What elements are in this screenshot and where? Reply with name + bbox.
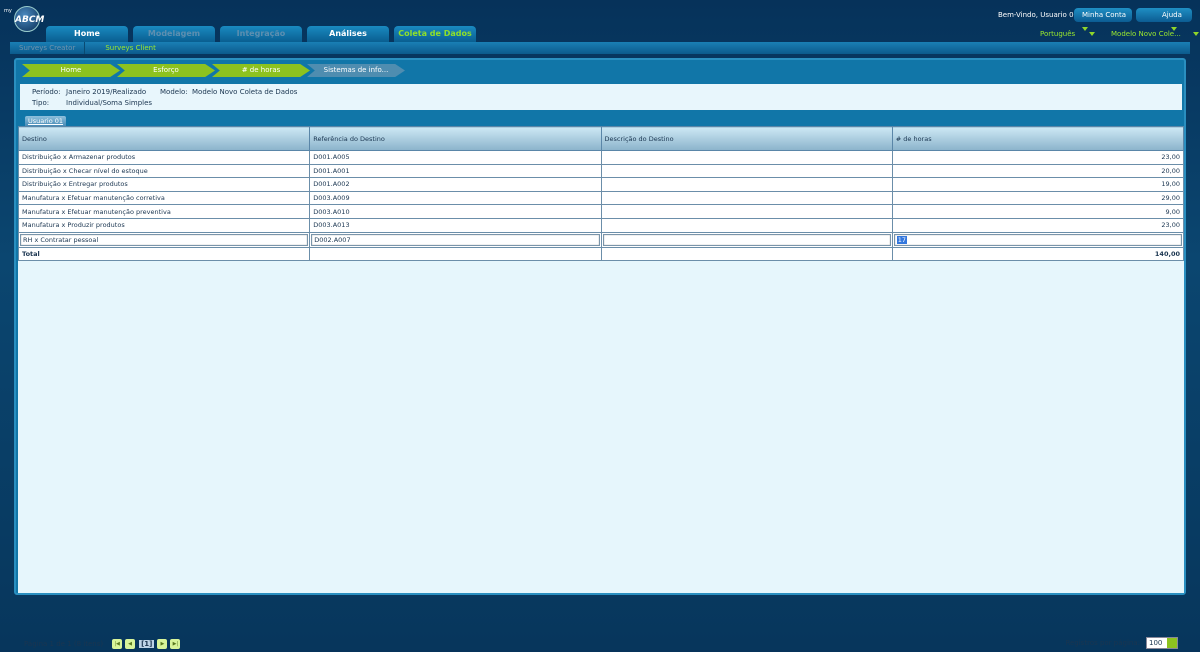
language-select[interactable]: Português [1040,30,1096,38]
table-cell [600,231,893,248]
total-row: Total 140,00 [17,246,1185,262]
type-value: Individual/Soma Simples [66,99,153,107]
table-row-editing[interactable]: RH x Contratar pessoal D002.A007 17 [17,231,1185,248]
model-select[interactable]: Modelo Novo Cole... [1111,30,1199,38]
table-cell: Distribuição x Armazenar produtos [17,150,311,165]
breadcrumb-home[interactable]: Home [22,64,120,77]
period-value: Janeiro 2019/Realizado [66,88,147,96]
main-nav: Home Modelagem Integração Análises Colet… [46,26,476,42]
tab-modelagem[interactable]: Modelagem [133,26,215,42]
table-cell: Manufatura x Efetuar manutenção corretiv… [17,190,311,206]
breadcrumb-sistemas[interactable]: Sistemas de info... [307,64,405,77]
per-page-select[interactable]: 100 [1146,637,1178,649]
table-row[interactable]: Manufatura x Produzir produtos D003.A013 2… [17,217,1185,233]
cell-input[interactable]: RH x Contratar pessoal [20,233,309,246]
column-header-destino[interactable]: Destino [17,126,311,151]
tab-coleta-de-dados[interactable]: Coleta de Dados [394,26,476,42]
cell-input[interactable] [602,233,891,246]
column-header-referencia[interactable]: Referência do Destino [309,126,602,151]
total-value: 140,00 [891,246,1185,262]
chevron-down-icon [1167,638,1177,648]
survey-info: Período: Janeiro 2019/Realizado Modelo: Mod… [20,84,1182,110]
table-cell: Distribuição x Checar nível do estoque [17,163,311,179]
chevron-down-icon [1192,32,1199,36]
next-page-button[interactable]: ▶ [157,639,168,649]
prev-page-button[interactable]: ◀ [125,639,136,649]
table-cell: 9,00 [891,204,1185,219]
user-area: Bem-Vindo, Usuario 01 Minha Conta Ajuda … [900,8,1200,48]
table-cell [600,217,893,233]
tab-analises[interactable]: Análises [307,26,389,42]
model-value: Modelo Novo Coleta de Dados [192,88,298,96]
app-logo: my ABCM [4,4,44,34]
table-cell: D001.A005 [309,150,602,165]
per-page-label: Registros por página: [1065,639,1140,647]
main-panel: Home Esforço # de horas Sistemas de info… [14,58,1186,649]
table-cell [600,204,893,219]
tab-home[interactable]: Home [46,26,128,42]
chevron-down-icon [1089,32,1096,36]
subtab-surveys-creator[interactable]: Surveys Creator [10,42,86,54]
table-cell [600,177,893,192]
table-cell: D001.A001 [309,163,602,179]
type-label: Tipo: [32,99,50,107]
table-cell: D002.A007 [309,231,602,248]
column-header-horas[interactable]: # de horas [891,126,1185,151]
breadcrumb: Home Esforço # de horas Sistemas de info… [22,64,405,77]
first-page-button[interactable]: |◀ [112,639,123,649]
hours-input[interactable]: 17 [893,233,1182,246]
table-row[interactable]: Distribuição x Entregar produtos D001.A00… [17,177,1185,192]
table-cell: RH x Contratar pessoal [17,231,311,248]
model-label: Modelo: [160,88,188,96]
subtab-surveys-client[interactable]: Surveys Client [85,42,165,54]
account-menu-button[interactable]: Minha Conta [1074,8,1132,31]
table-row[interactable]: Distribuição x Checar nível do estoque D0… [17,163,1185,179]
table-cell: 23,00 [891,150,1185,165]
table-cell: D003.A009 [309,190,602,206]
help-menu-button[interactable]: Ajuda [1136,8,1192,31]
table-row[interactable]: Distribuição x Armazenar produtos D001.A0… [17,150,1185,165]
cell-input[interactable]: D002.A007 [311,233,600,246]
table-cell: Manufatura x Produzir produtos [17,217,311,233]
last-page-button[interactable]: ▶| [170,639,181,649]
table-cell: D001.A002 [309,177,602,192]
period-label: Período: [32,88,61,96]
breadcrumb-horas[interactable]: # de horas [212,64,310,77]
table-cell [600,150,893,165]
table-cell: 17 [891,231,1185,248]
table-cell: 19,00 [891,177,1185,192]
data-grid: Destino Referência do Destino Descrição … [17,126,1185,649]
table-cell [600,163,893,179]
tab-integracao[interactable]: Integração [220,26,302,42]
table-cell: 20,00 [891,163,1185,179]
table-cell: 29,00 [891,190,1185,206]
table-cell [600,190,893,206]
table-cell: 23,00 [891,217,1185,233]
breadcrumb-esforco[interactable]: Esforço [117,64,215,77]
table-cell: Manufatura x Efetuar manutenção preventi… [17,204,311,219]
table-cell: D003.A013 [309,217,602,233]
total-label: Total [17,246,311,262]
page-info: Página 1 de 1 (8 itens) [24,640,104,648]
welcome-text: Bem-Vindo, Usuario 01 [998,11,1078,19]
table-cell: D003.A010 [309,204,602,219]
current-page[interactable]: [1] [139,640,155,648]
column-header-descricao[interactable]: Descrição do Destino [600,126,893,151]
table-cell: Distribuição x Entregar produtos [17,177,311,192]
table-row[interactable]: Manufatura x Efetuar manutenção preventi… [17,204,1185,219]
table-row[interactable]: Manufatura x Efetuar manutenção corretiv… [17,190,1185,206]
